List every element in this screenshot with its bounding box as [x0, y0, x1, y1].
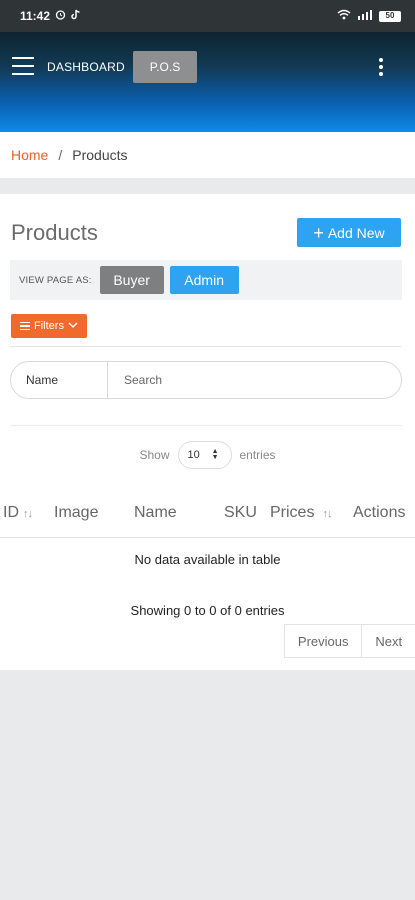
signal-icon [357, 9, 373, 23]
filters-label: Filters [34, 320, 64, 332]
column-header-label: Name [134, 504, 177, 521]
sort-icon: ↑↓ [23, 508, 33, 520]
chevron-down-icon [68, 320, 78, 332]
entries-length-control: Show 10 ▲ ▼ entries [0, 440, 415, 470]
column-header-name: Name [134, 504, 177, 522]
entries-select-value: 10 [187, 449, 200, 461]
column-header-label: ID [3, 504, 19, 521]
column-header-sku: SKU [224, 504, 257, 522]
filter-list-icon [20, 321, 31, 331]
app-header: DASHBOARD P.O.S [0, 32, 415, 132]
column-header-label: Prices [270, 504, 315, 521]
empty-table-message: No data available in table [134, 552, 281, 567]
show-label: Show [139, 448, 170, 462]
entries-label: entries [239, 448, 276, 462]
more-options-icon[interactable] [378, 58, 384, 76]
admin-view-button[interactable]: Admin [169, 266, 239, 294]
add-new-label: Add New [327, 224, 385, 241]
column-header-label: SKU [224, 504, 257, 521]
status-time: 11:42 [20, 9, 51, 23]
status-bar: 11:42 50 [0, 0, 415, 32]
wifi-icon [337, 9, 351, 23]
pagination: Previous Next [284, 624, 415, 658]
search-group: Name [10, 361, 402, 399]
alarm-icon [55, 9, 66, 23]
search-field-selector[interactable]: Name [11, 362, 108, 398]
entries-select[interactable]: 10 ▲ ▼ [177, 441, 232, 469]
breadcrumb: Home / Products [0, 132, 415, 178]
column-header-image: Image [54, 504, 98, 522]
menu-icon[interactable] [12, 57, 34, 75]
column-header-actions: Actions [353, 504, 405, 522]
products-card: Products + Add New VIEW PAGE AS: Buyer A… [0, 194, 415, 670]
column-header-label: Actions [353, 504, 406, 521]
divider [10, 425, 402, 426]
filters-button[interactable]: Filters [11, 314, 87, 338]
search-input[interactable] [108, 362, 401, 398]
page-title: Products [11, 220, 98, 245]
view-page-as-label: VIEW PAGE AS: [19, 274, 92, 286]
battery-icon: 50 [379, 10, 401, 22]
tiktok-icon [71, 9, 81, 23]
breadcrumb-separator: / [58, 147, 63, 163]
column-header-id[interactable]: ID ↑↓ [3, 504, 33, 522]
previous-page-button[interactable]: Previous [285, 625, 363, 657]
breadcrumb-home[interactable]: Home [11, 147, 48, 163]
buyer-view-button[interactable]: Buyer [99, 266, 164, 294]
dashboard-link[interactable]: DASHBOARD [47, 60, 125, 74]
divider [10, 346, 402, 347]
column-header-label: Image [54, 504, 99, 521]
table-header: ID ↑↓ Image Name SKU Prices ↑↓ Actions [0, 494, 415, 538]
sort-icon: ↑↓ [322, 508, 332, 520]
status-left: 11:42 [20, 9, 81, 23]
plus-icon: + [313, 222, 324, 243]
column-header-prices[interactable]: Prices ↑↓ [270, 504, 332, 522]
next-page-button[interactable]: Next [362, 625, 415, 657]
breadcrumb-current: Products [72, 147, 128, 163]
pos-button[interactable]: P.O.S [133, 51, 197, 83]
status-right: 50 [337, 9, 401, 23]
add-new-button[interactable]: + Add New [297, 218, 401, 247]
select-arrows-icon: ▲ ▼ [211, 448, 219, 461]
table-info: Showing 0 to 0 of 0 entries [130, 603, 285, 618]
view-page-as-bar: VIEW PAGE AS: Buyer Admin [10, 260, 402, 300]
